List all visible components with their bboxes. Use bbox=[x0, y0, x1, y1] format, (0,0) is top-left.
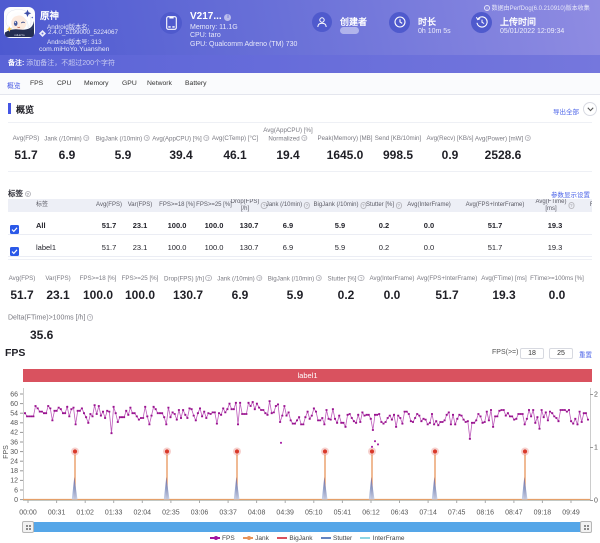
svg-text:FPS: FPS bbox=[3, 445, 10, 459]
svg-text:54: 54 bbox=[10, 411, 18, 418]
svg-text:66: 66 bbox=[10, 391, 18, 398]
svg-text:02:35: 02:35 bbox=[162, 510, 180, 517]
svg-text:06:12: 06:12 bbox=[362, 510, 380, 517]
svg-text:09:49: 09:49 bbox=[562, 510, 580, 517]
svg-text:18: 18 bbox=[10, 468, 18, 475]
svg-text:08:16: 08:16 bbox=[477, 510, 495, 517]
svg-text:05:10: 05:10 bbox=[305, 510, 323, 517]
svg-text:24: 24 bbox=[10, 459, 18, 466]
svg-text:06:43: 06:43 bbox=[391, 510, 409, 517]
svg-text:00:31: 00:31 bbox=[48, 510, 66, 517]
svg-text:09:18: 09:18 bbox=[534, 510, 552, 517]
svg-text:01:02: 01:02 bbox=[76, 510, 94, 517]
svg-text:03:06: 03:06 bbox=[191, 510, 209, 517]
svg-text:02:04: 02:04 bbox=[134, 510, 152, 517]
svg-text:6: 6 bbox=[14, 487, 18, 494]
svg-text:04:39: 04:39 bbox=[276, 510, 294, 517]
svg-text:48: 48 bbox=[10, 420, 18, 427]
svg-text:60: 60 bbox=[10, 401, 18, 408]
svg-text:05:41: 05:41 bbox=[334, 510, 352, 517]
svg-text:2: 2 bbox=[594, 392, 598, 399]
svg-text:42: 42 bbox=[10, 430, 18, 437]
svg-text:07:45: 07:45 bbox=[448, 510, 466, 517]
svg-text:12: 12 bbox=[10, 478, 18, 485]
svg-text:03:37: 03:37 bbox=[219, 510, 237, 517]
svg-text:30: 30 bbox=[10, 449, 18, 456]
svg-text:00:00: 00:00 bbox=[19, 510, 37, 517]
svg-text:07:14: 07:14 bbox=[419, 510, 437, 517]
svg-text:1: 1 bbox=[594, 445, 598, 452]
svg-text:01:33: 01:33 bbox=[105, 510, 123, 517]
svg-text:0: 0 bbox=[594, 498, 598, 505]
svg-text:0: 0 bbox=[14, 497, 18, 504]
svg-text:04:08: 04:08 bbox=[248, 510, 266, 517]
svg-text:36: 36 bbox=[10, 439, 18, 446]
svg-text:08:47: 08:47 bbox=[505, 510, 523, 517]
